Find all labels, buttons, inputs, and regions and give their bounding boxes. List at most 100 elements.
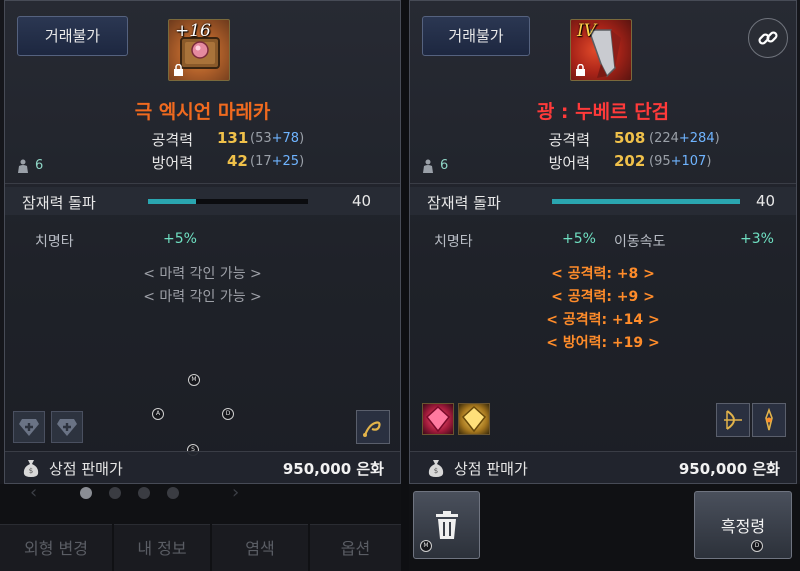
engraving-button[interactable] — [356, 410, 390, 444]
engrave-slot-1: < 마력 각인 가능 > — [143, 266, 262, 282]
sale-value: 950,000 은화 — [282, 460, 384, 478]
potential-bar-fill — [552, 199, 740, 204]
key-hint-d: D — [751, 540, 763, 552]
tab-appearance[interactable]: 외형 변경 — [0, 524, 112, 571]
potential-value: 40 — [352, 192, 372, 210]
item-name: 극 엑시언 마레카 — [134, 101, 271, 123]
trade-restriction-badge: 거래불가 — [17, 16, 128, 56]
tab-dye[interactable]: 염색 — [212, 524, 308, 571]
key-hint-a: A — [152, 408, 164, 420]
key-hint-d: D — [222, 408, 234, 420]
attack-value: 131 — [217, 129, 249, 147]
potential-breakthrough: 잠재력 돌파 40 — [410, 187, 796, 215]
option-value: +5% — [562, 231, 596, 247]
potential-bar — [552, 199, 740, 204]
gem-slot-empty-2[interactable] — [51, 411, 83, 443]
bow-icon — [724, 410, 742, 430]
bonus-line-3: < 공격력: +14 > — [546, 312, 660, 328]
potential-value: 40 — [756, 192, 776, 210]
sale-label: 상점 판매가 — [49, 460, 123, 478]
svg-text:$: $ — [434, 467, 438, 475]
bonus-line-1: < 공격력: +8 > — [551, 266, 655, 282]
attack-base: (53 — [250, 131, 272, 146]
attack-stat: 공격력 131 (53+78) — [5, 129, 400, 151]
lock-icon — [174, 64, 183, 76]
item-icon-dagger: IV — [570, 19, 632, 81]
black-spirit-label: 흑정령 — [720, 517, 766, 536]
bonus-line-4: < 방어력: +19 > — [546, 335, 660, 351]
attack-base: (224 — [649, 131, 679, 146]
option-value: +3% — [740, 231, 774, 247]
class-count-value: 6 — [35, 158, 44, 173]
option-crit-value: +5% — [562, 231, 596, 247]
gold-crystal-icon — [461, 405, 487, 433]
shop-sale-price: $ 상점 판매가 950,000 은화 — [5, 451, 400, 483]
flame-button[interactable] — [752, 403, 786, 437]
page-dot[interactable] — [167, 487, 179, 499]
defense-breakdown: (17+25) — [250, 154, 304, 169]
chevron-left-icon[interactable]: ‹ — [30, 482, 37, 503]
black-spirit-button[interactable]: 흑정령 — [694, 491, 792, 559]
defense-label: 방어력 — [151, 154, 193, 172]
flame-icon — [765, 408, 773, 431]
person-icon — [423, 159, 433, 173]
bow-button[interactable] — [716, 403, 750, 437]
page-dot[interactable] — [138, 487, 150, 499]
defense-stat: 방어력 42 (17+25) — [5, 152, 400, 174]
attack-close: ) — [714, 131, 720, 146]
enhancement-grade: +16 — [175, 21, 211, 41]
silver-bag-icon: $ — [428, 460, 444, 477]
option-move-speed-value: +3% — [740, 231, 774, 247]
key-hint-m: M — [420, 540, 432, 552]
crystal-slot-gold[interactable] — [458, 403, 490, 435]
page-dot[interactable] — [80, 487, 92, 499]
defense-base: (95 — [649, 154, 671, 169]
defense-bonus: +107 — [670, 154, 707, 169]
potential-breakthrough: 잠재력 돌파 40 — [5, 187, 400, 215]
attack-label: 공격력 — [548, 131, 590, 149]
option-crit: 치명타 — [35, 231, 74, 251]
defense-close: ) — [299, 154, 305, 169]
trade-restriction-badge: 거래불가 — [422, 16, 530, 56]
tab-options[interactable]: 옵션 — [310, 524, 401, 571]
link-button[interactable] — [748, 18, 788, 58]
potential-bar-fill — [148, 199, 196, 204]
chevron-right-icon[interactable]: › — [232, 482, 239, 503]
divider — [5, 183, 400, 184]
gem-slot-empty-1[interactable] — [13, 411, 45, 443]
key-hint-m: M — [188, 374, 200, 386]
option-label: 치명타 — [35, 234, 74, 250]
potential-label: 잠재력 돌파 — [22, 194, 96, 212]
person-icon — [18, 159, 28, 173]
potential-label: 잠재력 돌파 — [427, 194, 501, 212]
attack-close: ) — [299, 131, 305, 146]
lock-icon — [576, 64, 585, 76]
crystal-slot-red[interactable] — [422, 403, 454, 435]
attack-value: 508 — [614, 129, 646, 147]
link-icon — [758, 31, 778, 45]
defense-base: (17 — [250, 154, 272, 169]
page-dot[interactable] — [109, 487, 121, 499]
defense-value: 202 — [614, 152, 646, 170]
attack-breakdown: (53+78) — [250, 131, 304, 146]
equip-class-count: 6 — [18, 158, 43, 173]
attack-bonus: +284 — [678, 131, 715, 146]
option-label: 이동속도 — [614, 234, 666, 250]
red-crystal-icon — [425, 405, 451, 433]
silver-bag-icon: $ — [23, 460, 39, 477]
item-icon-orb-box: +16 — [168, 19, 230, 81]
item-tooltip-right: 거래불가 IV 광 : 누베르 단검 공격력 508 (224+284) 방어력… — [409, 0, 797, 484]
class-count-value: 6 — [440, 158, 449, 173]
defense-breakdown: (95+107) — [649, 154, 711, 169]
item-name: 광 : 누베르 단검 — [536, 101, 670, 123]
trash-icon — [435, 511, 458, 539]
sale-value: 950,000 은화 — [678, 460, 780, 478]
engrave-slot-2: < 마력 각인 가능 > — [143, 289, 262, 305]
svg-text:$: $ — [29, 467, 33, 475]
tab-my-info[interactable]: 내 정보 — [114, 524, 210, 571]
attack-stat: 공격력 508 (224+284) — [410, 129, 796, 151]
attack-label: 공격력 — [151, 131, 193, 149]
panel-gap — [401, 0, 409, 571]
defense-close: ) — [706, 154, 712, 169]
divider — [410, 183, 796, 184]
